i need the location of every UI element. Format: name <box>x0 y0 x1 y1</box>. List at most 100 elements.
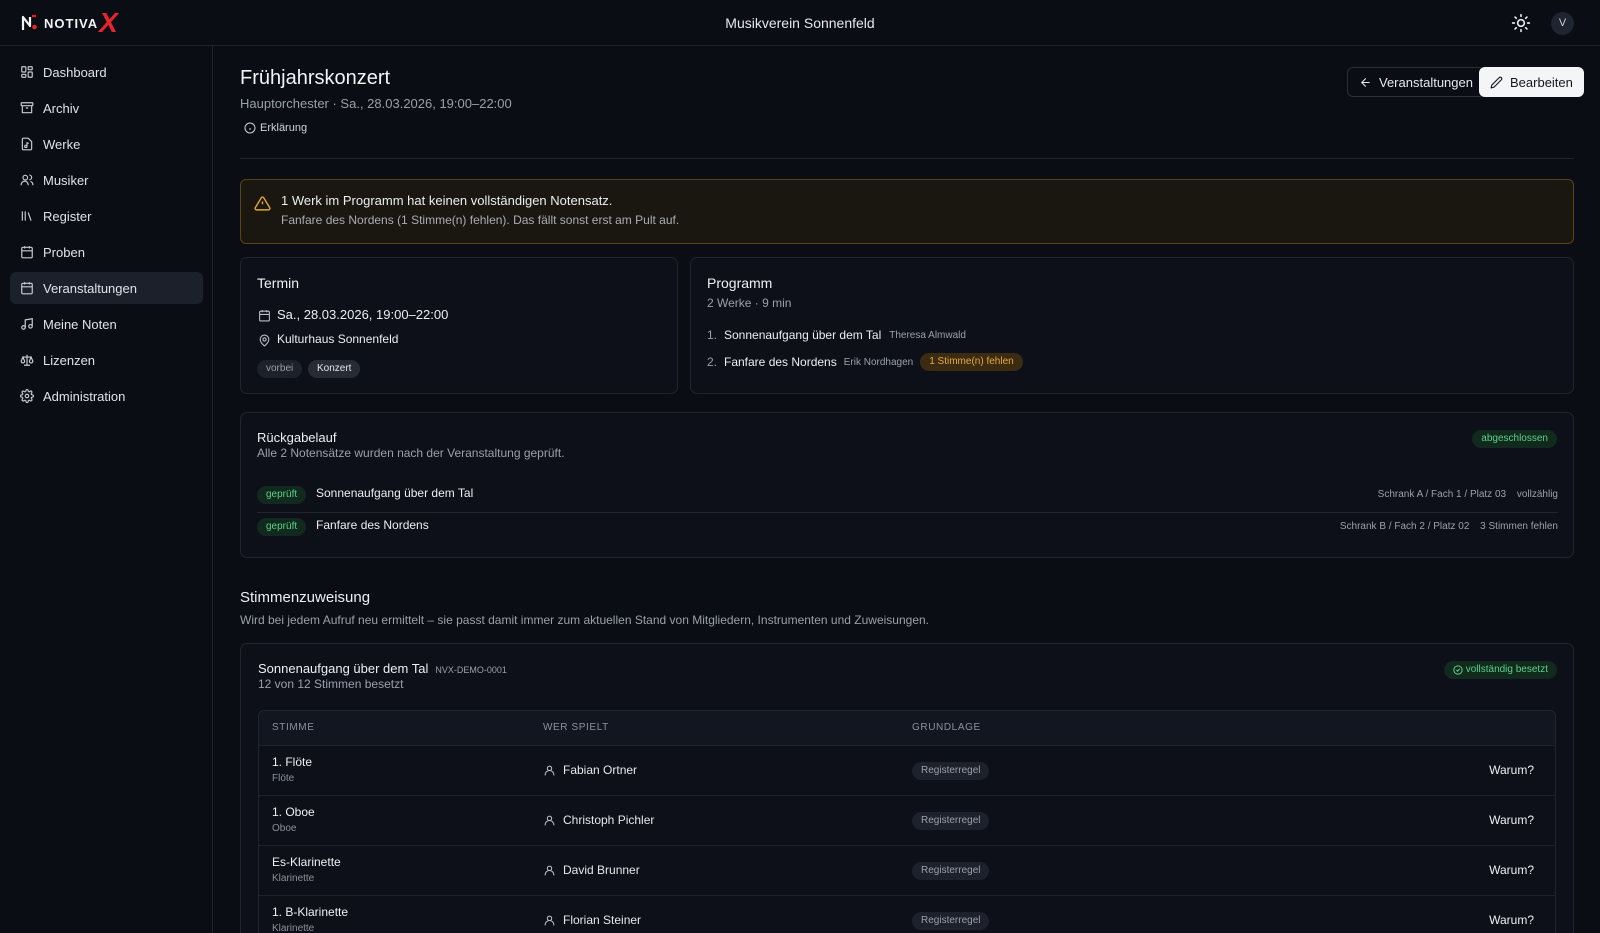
page-title: Frühjahrskonzert <box>240 67 391 89</box>
why-button[interactable]: Warum? <box>1489 813 1534 827</box>
sidebar-item-werke[interactable]: Werke <box>10 128 203 160</box>
table-row: Es-Klarinette Klarinette David Brunner R… <box>259 845 1555 895</box>
program-item-number: 2. <box>707 355 718 369</box>
incomplete-set-warning: 1 Werk im Programm hat keinen vollständi… <box>240 179 1574 244</box>
programm-card: Programm 2 Werke · 9 min 1. Sonnenaufgan… <box>690 257 1574 394</box>
page-subtitle: Hauptorchester · Sa., 28.03.2026, 19:00–… <box>240 96 512 111</box>
header-divider <box>240 158 1574 159</box>
gear-icon <box>20 389 34 403</box>
column-header-stimme: STIMME <box>272 722 315 733</box>
dashboard-icon <box>20 65 34 79</box>
termin-title: Termin <box>257 275 300 291</box>
music-file-icon <box>20 137 34 151</box>
return-state: vollzählig <box>1516 489 1558 500</box>
return-location: Schrank B / Fach 2 / Platz 02 <box>1339 521 1470 532</box>
sun-icon[interactable] <box>1511 13 1531 33</box>
map-pin-icon <box>258 334 271 347</box>
assignment-card: Sonnenaufgang über dem Tal NVX-DEMO-0001… <box>240 643 1574 933</box>
basis-badge: Registerregel <box>912 912 990 930</box>
return-location-state: Schrank B / Fach 2 / Platz 02 3 Stimmen … <box>1340 521 1558 532</box>
stimmen-subtitle: Wird bei jedem Aufruf neu ermittelt – si… <box>240 613 929 627</box>
library-icon <box>20 209 34 223</box>
programm-summary: 2 Werke · 9 min <box>707 296 792 310</box>
basis-badge: Registerregel <box>912 812 990 830</box>
player: Christoph Pichler <box>543 813 654 827</box>
back-to-events-button[interactable]: Veranstaltungen <box>1347 67 1485 97</box>
program-item[interactable]: 1. Sonnenaufgang über dem Tal Theresa Al… <box>707 328 966 342</box>
sidebar-item-label: Werke <box>43 136 81 152</box>
basis-badge: Registerregel <box>912 762 990 780</box>
music-note-icon <box>20 317 34 331</box>
warning-text: Fanfare des Nordens (1 Stimme(n) fehlen)… <box>281 213 680 227</box>
part-name: 1. B-Klarinette <box>272 905 349 919</box>
return-row[interactable]: geprüft Fanfare des Nordens Schrank B / … <box>257 513 1558 541</box>
edit-button-label: Bearbeiten <box>1510 74 1573 90</box>
sidebar-item-label: Lizenzen <box>43 352 96 368</box>
info-icon <box>244 122 256 134</box>
column-header-wer-spielt: WER SPIELT <box>543 722 609 733</box>
organization-name: Musikverein Sonnenfeld <box>725 15 875 31</box>
fully-staffed-label: vollständig besetzt <box>1465 664 1548 675</box>
termin-date: Sa., 28.03.2026, 19:00–22:00 <box>277 307 449 322</box>
sidebar-item-administration[interactable]: Administration <box>10 380 203 412</box>
table-row: 1. Oboe Oboe Christoph Pichler Registerr… <box>259 795 1555 845</box>
sidebar-item-dashboard[interactable]: Dashboard <box>10 56 203 88</box>
table-row: 1. B-Klarinette Klarinette Florian Stein… <box>259 895 1555 933</box>
program-item[interactable]: 2. Fanfare des Nordens Erik Nordhagen 1 … <box>707 353 1023 371</box>
why-button[interactable]: Warum? <box>1489 863 1534 877</box>
calendar-event-icon <box>20 281 34 295</box>
part-instrument: Flöte <box>272 773 295 784</box>
sidebar-item-label: Meine Noten <box>43 316 117 332</box>
sidebar-item-archiv[interactable]: Archiv <box>10 92 203 124</box>
programm-title: Programm <box>707 275 773 291</box>
calendar-icon <box>20 245 34 259</box>
player: Florian Steiner <box>543 913 641 927</box>
sidebar-item-musiker[interactable]: Musiker <box>10 164 203 196</box>
edit-button[interactable]: Bearbeiten <box>1479 67 1584 97</box>
warning-title: 1 Werk im Programm hat keinen vollständi… <box>281 193 613 208</box>
archive-icon <box>20 101 34 115</box>
part-name: 1. Oboe <box>272 805 315 819</box>
basis-badge: Registerregel <box>912 862 990 880</box>
sidebar-item-label: Register <box>43 208 92 224</box>
top-bar: NOTIVA X Musikverein Sonnenfeld V <box>0 0 1600 46</box>
arrow-left-icon <box>1359 76 1372 89</box>
assignment-work-title: Sonnenaufgang über dem Tal <box>258 661 429 676</box>
rueckgabe-title: Rückgabelauf <box>257 430 337 445</box>
part-instrument: Oboe <box>272 823 297 834</box>
sidebar-item-veranstaltungen[interactable]: Veranstaltungen <box>10 272 203 304</box>
program-item-title: Sonnenaufgang über dem Tal <box>724 328 882 342</box>
sidebar-item-meine-noten[interactable]: Meine Noten <box>10 308 203 340</box>
completed-badge: abgeschlossen <box>1472 430 1557 448</box>
back-button-label: Veranstaltungen <box>1379 74 1473 90</box>
column-header-grundlage: GRUNDLAGE <box>912 722 981 733</box>
explain-link[interactable]: Erklärung <box>244 122 307 134</box>
users-icon <box>20 173 34 187</box>
return-state: 3 Stimmen fehlen <box>1480 521 1558 532</box>
user-icon <box>543 814 556 827</box>
sidebar-item-label: Administration <box>43 388 126 404</box>
why-button[interactable]: Warum? <box>1489 913 1534 927</box>
assignment-work-header: Sonnenaufgang über dem Tal NVX-DEMO-0001 <box>258 661 507 676</box>
table-row: 1. Flöte Flöte Fabian Ortner Registerreg… <box>259 745 1555 795</box>
player-name: Fabian Ortner <box>563 763 638 777</box>
checked-badge: geprüft <box>257 486 307 504</box>
return-location-state: Schrank A / Fach 1 / Platz 03 vollzählig <box>1378 489 1558 500</box>
part-instrument: Klarinette <box>272 923 315 933</box>
why-button[interactable]: Warum? <box>1489 763 1534 777</box>
scale-icon <box>20 353 34 367</box>
user-avatar[interactable]: V <box>1551 12 1574 35</box>
assignment-summary: 12 von 12 Stimmen besetzt <box>258 677 404 691</box>
part-name: Es-Klarinette <box>272 855 341 869</box>
sidebar-item-label: Veranstaltungen <box>43 280 137 296</box>
sidebar-item-label: Archiv <box>43 100 80 116</box>
return-row[interactable]: geprüft Sonnenaufgang über dem Tal Schra… <box>257 481 1558 509</box>
sidebar-item-lizenzen[interactable]: Lizenzen <box>10 344 203 376</box>
rueckgabe-card: Rückgabelauf Alle 2 Notensätze wurden na… <box>240 412 1574 558</box>
sidebar-item-proben[interactable]: Proben <box>10 236 203 268</box>
sidebar-item-register[interactable]: Register <box>10 200 203 232</box>
program-item-composer: Theresa Almwald <box>889 329 966 341</box>
assignment-work-code: NVX-DEMO-0001 <box>435 665 507 675</box>
player: David Brunner <box>543 863 640 877</box>
status-badge: vorbei <box>257 360 303 378</box>
